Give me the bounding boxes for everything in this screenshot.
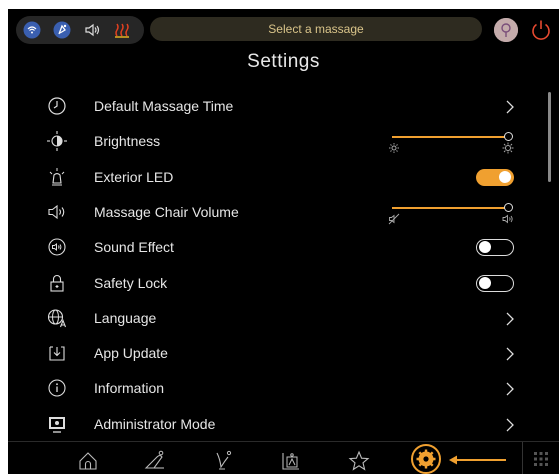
setting-row-brightness: Brightness: [8, 124, 548, 159]
chevron-right-icon[interactable]: [503, 417, 517, 433]
massage-chair-icon[interactable]: [143, 449, 167, 473]
power-icon[interactable]: [528, 17, 554, 43]
chevron-right-icon[interactable]: [503, 311, 517, 327]
bottom-nav: [8, 441, 559, 474]
setting-row-exterior-led: Exterior LED: [8, 160, 548, 195]
page-title: Settings: [247, 51, 320, 72]
setting-label: Information: [94, 380, 165, 397]
sound-effect-toggle[interactable]: [476, 239, 514, 257]
brightness-low-icon: [388, 142, 400, 154]
setting-label: Sound Effect: [94, 239, 174, 256]
lamp-icon: [46, 166, 68, 188]
setting-row-information[interactable]: Information: [8, 371, 548, 406]
settings-list: Default Massage Time Brightness Exterior…: [8, 89, 559, 441]
setting-row-safety-lock: Safety Lock: [8, 266, 548, 301]
setting-label: Safety Lock: [94, 274, 168, 291]
sound-effect-icon: [46, 236, 68, 258]
setting-row-massage-chair-volume: Massage Chair Volume: [8, 195, 548, 230]
volume-mute-icon: [388, 213, 400, 225]
slider-fill: [392, 206, 508, 209]
setting-label: Default Massage Time: [94, 98, 234, 114]
nav-divider: [522, 442, 523, 474]
monitor-icon: [46, 413, 68, 435]
setting-row-language[interactable]: Language: [8, 301, 548, 336]
wifi-icon: [23, 21, 41, 39]
padlock-icon: [46, 272, 68, 294]
toggle-knob: [479, 241, 491, 254]
download-icon: [46, 342, 68, 364]
exterior-led-toggle[interactable]: [476, 168, 514, 186]
favorites-icon[interactable]: [347, 449, 371, 473]
volume-max-icon: [502, 213, 514, 225]
setting-label: Language: [94, 309, 157, 326]
program-icon[interactable]: [279, 449, 303, 473]
clock-icon: [46, 95, 68, 117]
volume-slider[interactable]: [388, 195, 514, 230]
setting-row-app-update[interactable]: App Update: [8, 336, 548, 371]
user-avatar-icon[interactable]: [494, 18, 518, 42]
grid-menu-icon[interactable]: [532, 450, 550, 468]
setting-label: Brightness: [94, 133, 161, 150]
heat-icon: [113, 21, 131, 39]
info-icon: [46, 377, 68, 399]
globe-language-icon: [46, 307, 68, 329]
brightness-slider[interactable]: [388, 124, 514, 159]
toggle-knob: [499, 171, 511, 184]
setting-row-sound-effect: Sound Effect: [8, 230, 548, 265]
safety-lock-toggle[interactable]: [476, 274, 514, 292]
select-massage-bar[interactable]: Select a massage: [150, 17, 482, 41]
brightness-high-icon: [502, 142, 514, 154]
arrow-left-icon: [448, 454, 508, 466]
app-screen: Select a massage Settings Default Massag…: [8, 9, 559, 474]
settings-gear-icon[interactable]: [411, 444, 441, 474]
setting-label: Massage Chair Volume: [94, 203, 239, 220]
brightness-icon: [46, 130, 68, 152]
chevron-right-icon[interactable]: [503, 346, 517, 362]
setting-label: Administrator Mode: [94, 415, 216, 432]
scrollbar[interactable]: [548, 92, 551, 182]
top-bar: Select a massage: [8, 9, 559, 49]
setting-row-default-massage-time[interactable]: Default Massage Time: [8, 89, 548, 124]
speaker-icon: [46, 201, 68, 223]
setting-label: Exterior LED: [94, 168, 174, 185]
status-icons: [16, 16, 144, 44]
bluetooth-body-icon: [53, 21, 71, 39]
slider-thumb[interactable]: [504, 132, 513, 142]
setting-label: App Update: [94, 345, 168, 362]
slider-thumb[interactable]: [504, 202, 513, 212]
chevron-right-icon[interactable]: [503, 99, 517, 115]
setting-row-administrator-mode[interactable]: Administrator Mode: [8, 407, 548, 442]
home-icon[interactable]: [76, 449, 100, 473]
body-stretch-icon[interactable]: [211, 449, 235, 473]
chevron-right-icon[interactable]: [503, 381, 517, 397]
slider-fill: [392, 136, 508, 139]
toggle-knob: [479, 276, 491, 289]
volume-icon: [83, 21, 101, 39]
